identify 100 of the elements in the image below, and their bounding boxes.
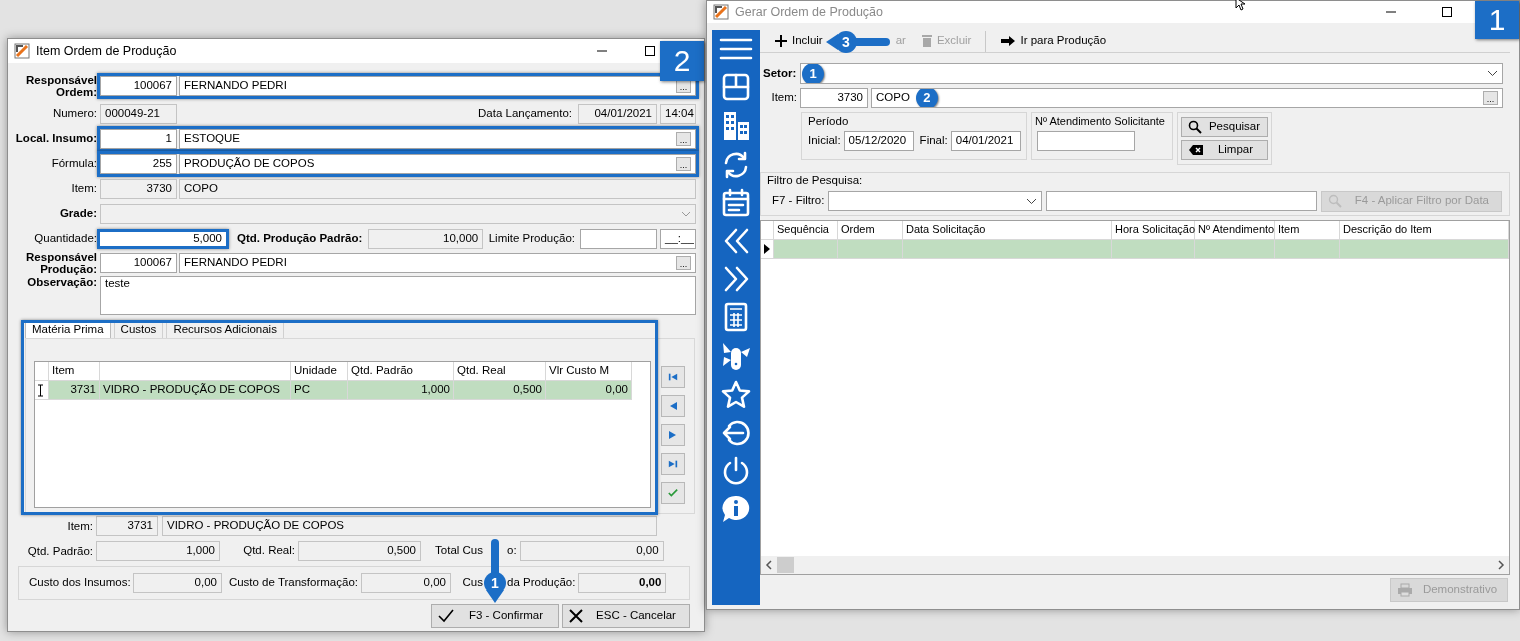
field-label: o: [507, 543, 517, 558]
field-label: Limite Produção: [488, 232, 575, 246]
table-cell: 3731 [49, 381, 100, 400]
star-icon[interactable] [721, 380, 751, 410]
lookup-button[interactable]: ... [676, 132, 691, 146]
toolbar-button[interactable]: Incluir [766, 30, 825, 52]
field-label: Total Cus [434, 543, 483, 558]
scrollbar[interactable] [761, 556, 1509, 574]
dropdown[interactable]: 1 [800, 63, 1503, 84]
text-cursor-icon [37, 383, 44, 397]
field-label: Responsável Produção: [25, 251, 97, 275]
lookup-button[interactable]: ... [1483, 91, 1498, 105]
field-label: Quantidade: [33, 232, 97, 246]
text-field[interactable]: PRODUÇÃO DE COPOS ... [179, 154, 696, 174]
text-field[interactable]: 3731 [96, 515, 158, 536]
text-field[interactable] [1037, 131, 1135, 152]
group-label: Período [808, 115, 850, 129]
table-cell: 0,500 [454, 381, 546, 400]
text-field[interactable]: VIDRO - PRODUÇÃO DE COPOS [162, 515, 657, 536]
text-field[interactable]: FERNANDO PEDRI ... [179, 76, 696, 96]
first-record-icon [668, 372, 678, 382]
text-field[interactable]: 0,00 [519, 540, 664, 561]
next-icon [668, 430, 678, 440]
field-label: da Produção: [507, 576, 576, 590]
search-button[interactable]: Limpar [1181, 140, 1268, 160]
text-field[interactable]: 0,00 [133, 573, 222, 593]
dialog-button[interactable]: F3 - Confirmar [431, 604, 559, 628]
plus-icon [774, 34, 788, 48]
chevron-down-icon [681, 211, 691, 217]
step-number: 1 [802, 64, 824, 83]
nav-button[interactable] [661, 424, 685, 446]
field-label: Custo dos Insumos: [29, 576, 130, 590]
lookup-button[interactable]: ... [676, 157, 691, 171]
field-label: Inicial: [808, 133, 841, 148]
text-field[interactable]: COPO 2 ... [871, 88, 1503, 108]
text-field[interactable]: 0,00 [361, 573, 451, 593]
field-label: Qtd. Real: [242, 543, 295, 558]
text-field[interactable]: 255 [100, 154, 177, 174]
info-icon[interactable] [721, 494, 751, 524]
toolbar-button[interactable]: Ir para Produção [985, 30, 1115, 52]
text-field[interactable]: 3730 [800, 88, 868, 108]
field-label: Local. Insumo: [14, 132, 97, 146]
text-field[interactable]: __:__ [660, 229, 696, 249]
chevron-right-icon[interactable] [1497, 560, 1505, 570]
text-area[interactable]: teste [100, 276, 696, 315]
field-label: Observação: [26, 276, 97, 290]
app-icon [14, 43, 30, 59]
calendar-icon[interactable] [721, 188, 751, 218]
text-field[interactable]: 05/12/2020 [843, 130, 914, 151]
text-field[interactable]: 14:04 [660, 104, 696, 124]
callout-arrow [483, 538, 507, 604]
table-cell: 0,00 [546, 381, 632, 400]
text-field[interactable]: 10,000 [368, 229, 484, 249]
sign-in-icon[interactable] [721, 418, 751, 448]
dialog-button[interactable]: ESC - Cancelar [562, 604, 690, 628]
field-label: Data Lançamento: [478, 107, 572, 121]
text-field[interactable]: 100067 [100, 253, 177, 273]
step-number: 1 [1475, 1, 1519, 39]
text-field[interactable]: 1 [100, 129, 177, 149]
text-field[interactable]: 5,000 [97, 229, 229, 249]
search-icon [1188, 120, 1202, 134]
text-field[interactable] [580, 229, 657, 249]
chevron-left-icon[interactable] [765, 560, 773, 570]
printer-icon [1397, 583, 1413, 597]
scrollbar-thumb[interactable] [777, 557, 794, 573]
field-label: Item: [70, 182, 97, 196]
field-value: FERNANDO PEDRI [184, 79, 287, 93]
arrow-right-icon [1000, 35, 1017, 47]
text-field[interactable]: 04/01/2021 [950, 130, 1021, 151]
text-field[interactable]: 0,00 [578, 573, 667, 593]
text-field[interactable]: 1,000 [96, 540, 220, 561]
table-cell: 1,000 [348, 381, 454, 400]
text-field[interactable]: FERNANDO PEDRI ... [179, 253, 696, 273]
power-icon[interactable] [721, 456, 751, 486]
check-icon [438, 609, 454, 623]
field-label: Fórmula: [50, 157, 97, 171]
search-icon [1328, 194, 1343, 209]
maximize-icon[interactable] [1441, 6, 1453, 18]
text-field[interactable]: ESTOQUE ... [179, 129, 696, 149]
lookup-button[interactable]: ... [676, 256, 691, 270]
text-field[interactable] [1046, 191, 1318, 212]
nav-button[interactable] [661, 453, 685, 475]
nav-button[interactable] [661, 395, 685, 417]
trash-icon [920, 34, 933, 48]
step-number: 1 [490, 575, 500, 591]
layout-icon[interactable] [721, 72, 751, 102]
close-icon [569, 609, 583, 623]
text-field[interactable]: 100067 [100, 76, 177, 96]
text-field[interactable]: 000049-21 [100, 104, 177, 124]
step-number: 3 [841, 34, 851, 50]
nav-button[interactable] [661, 366, 685, 388]
table-row[interactable]: 3731 VIDRO - PRODUÇÃO DE COPOS PC 1,000 0,500 0,00 [35, 381, 650, 400]
text-field[interactable]: 04/01/2021 [578, 104, 657, 124]
step-number: 2 [915, 89, 938, 107]
field-label: Qtd. Produção Padrão: [237, 232, 363, 246]
maximize-icon[interactable] [644, 45, 656, 57]
buildings-icon[interactable] [721, 110, 751, 142]
text-field[interactable]: 0,500 [298, 540, 421, 561]
field-value: COPO [184, 182, 218, 196]
search-button[interactable]: Pesquisar [1181, 117, 1268, 137]
